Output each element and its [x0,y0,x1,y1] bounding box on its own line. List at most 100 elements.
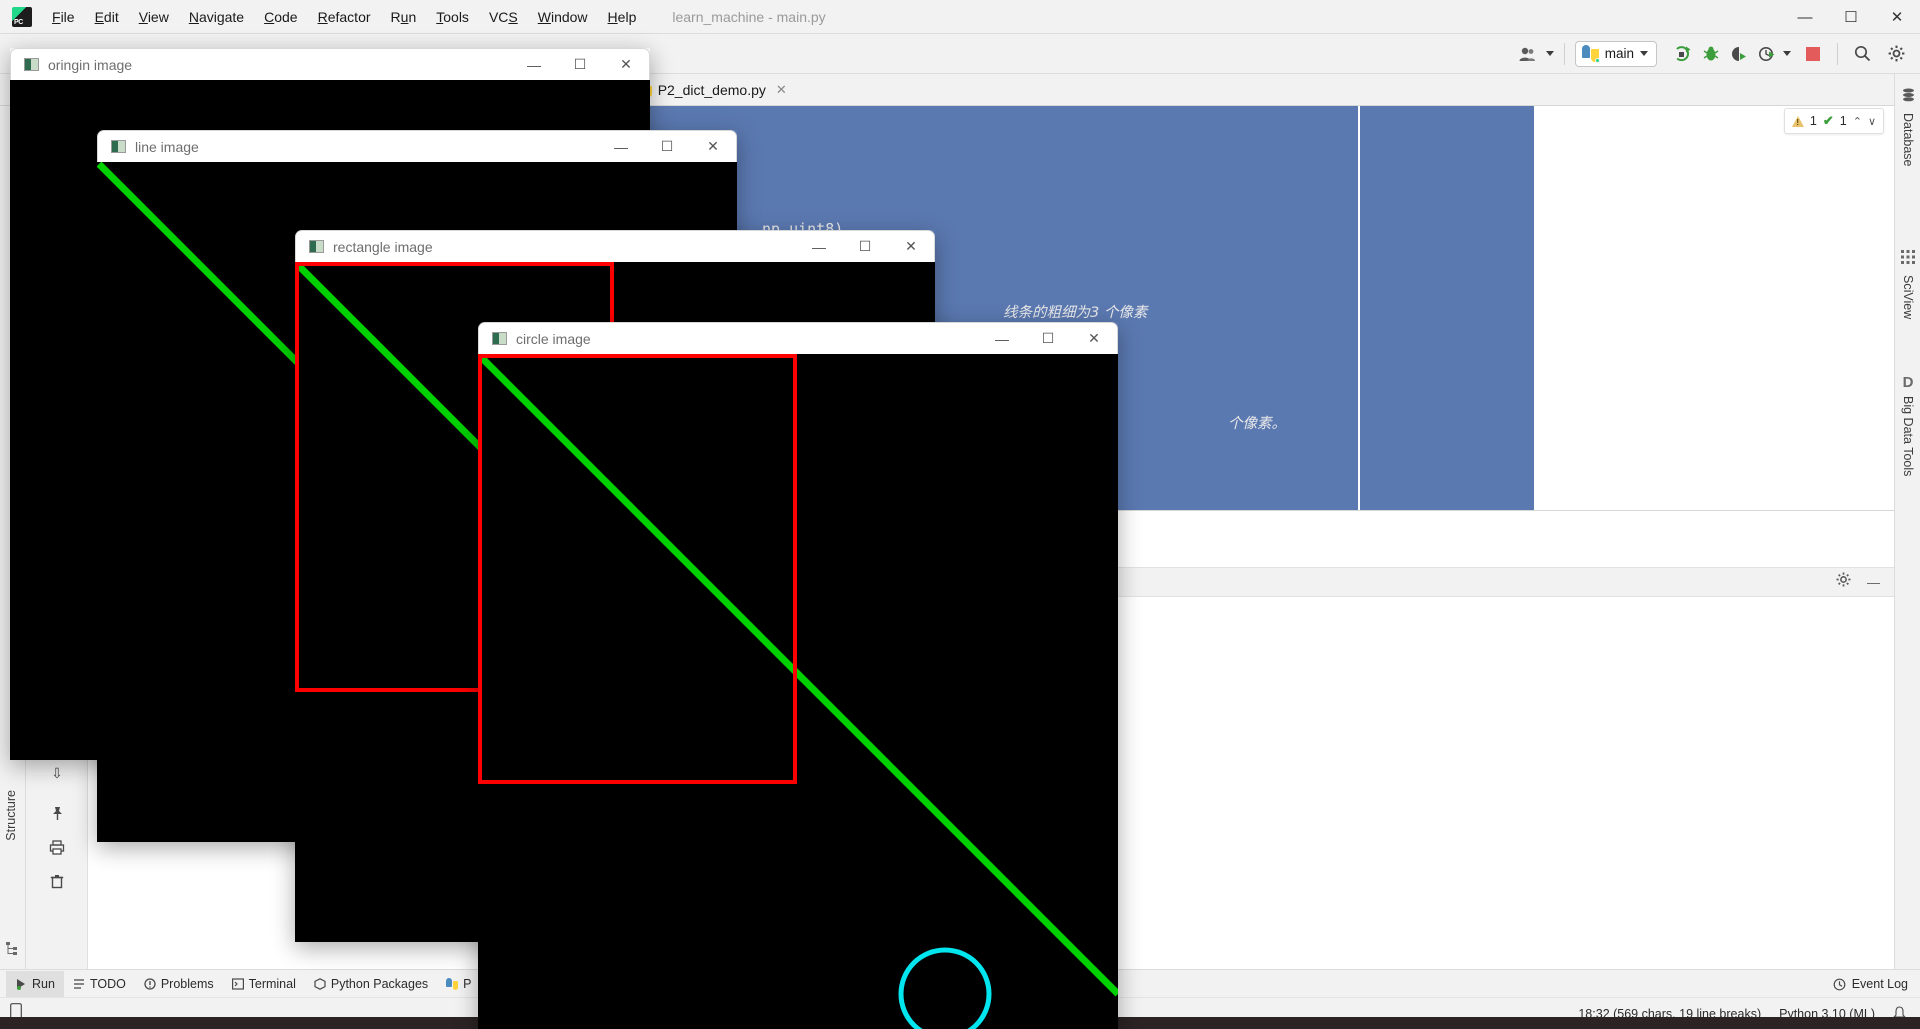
bottom-tab-terminal[interactable]: Terminal [223,971,305,997]
cv-window-title-bar[interactable]: circle image — ☐ ✕ [478,322,1118,354]
gear-icon[interactable] [1836,572,1851,592]
bottom-tab-label: Run [32,976,55,991]
cv-window-title-bar[interactable]: rectangle image — ☐ ✕ [295,230,935,262]
cv-minimize-button[interactable]: — [979,323,1025,355]
right-tool-strip: Database SciView D Big Data Tools [1894,74,1920,969]
problems-icon [144,977,156,990]
circle-drawing [478,354,1118,1029]
opencv-window-icon [111,140,126,153]
todo-icon [73,978,84,989]
opencv-window-icon [492,332,507,345]
scroll-to-end-button[interactable]: ⇩ [40,760,74,786]
event-log-label: Event Log [1851,977,1908,991]
bottom-tab-run[interactable]: Run [6,970,64,997]
run-config-caret-icon[interactable] [1640,51,1648,56]
debug-button[interactable] [1697,40,1725,68]
cv-minimize-button[interactable]: — [796,231,842,263]
search-icon[interactable] [1848,40,1876,68]
toolbar-separator-2 [1837,42,1838,65]
menu-bar: File Edit View Navigate Code Refactor Ru… [0,0,1920,34]
sidebar-label: Database [1901,113,1915,167]
sidebar-label: SciView [1901,275,1915,320]
cv-window-title-bar[interactable]: oringin image — ☐ ✕ [10,48,650,80]
sidebar-item-big-data-tools[interactable]: D Big Data Tools [1895,374,1920,476]
menu-file[interactable]: File [42,5,85,29]
warning-triangle-icon [1791,115,1804,127]
cv-maximize-button[interactable]: ☐ [842,231,888,263]
ide-window: File Edit View Navigate Code Refactor Ru… [0,0,1920,1029]
menu-refactor[interactable]: Refactor [308,5,381,29]
cv-window-title: line image [135,138,199,155]
run-with-coverage-button[interactable] [1725,40,1753,68]
run-configuration-selector[interactable]: main [1574,40,1657,67]
tab-p2-dict-demo[interactable]: P2_dict_demo.py ✕ [627,74,795,105]
inspection-widget[interactable]: 1 ✔ 1 ⌃ ∨ [1783,108,1884,134]
menu-tools[interactable]: Tools [426,5,479,29]
opencv-window-icon [24,58,39,71]
gear-icon[interactable] [1882,40,1910,68]
cv-window-title: rectangle image [333,238,433,255]
menu-view[interactable]: View [129,5,179,29]
menu-code[interactable]: Code [254,5,307,29]
cv-window-buttons: — ☐ ✕ [979,323,1117,355]
menu-edit[interactable]: Edit [85,5,129,29]
window-maximize-button[interactable]: ☐ [1828,0,1874,34]
run-button[interactable] [1669,40,1697,68]
editor-selection-block-right [1360,106,1534,510]
sidebar-item-sciview[interactable]: SciView [1895,250,1920,319]
menu-navigate[interactable]: Navigate [179,5,254,29]
run-arrow-icon [17,978,25,990]
cv-window-circle-image[interactable]: circle image — ☐ ✕ [478,322,1118,1029]
sidebar-item-database[interactable]: Database [1895,88,1920,167]
pin-icon[interactable] [40,800,74,826]
cv-window-buttons: — ☐ ✕ [511,49,649,81]
profile-caret-icon[interactable] [1783,51,1791,56]
menu-run[interactable]: Run [381,5,427,29]
cv-minimize-button[interactable]: — [598,131,644,163]
pycharm-logo-icon [12,6,32,27]
inspection-next-icon[interactable]: ∨ [1868,115,1876,128]
bottom-tab-python-packages[interactable]: Python Packages [305,971,437,997]
cv-window-buttons: — ☐ ✕ [598,131,736,163]
user-menu-caret-icon[interactable] [1545,51,1554,56]
cv-close-button[interactable]: ✕ [603,49,649,81]
inspection-prev-icon[interactable]: ⌃ [1853,115,1862,128]
bottom-tab-problems[interactable]: Problems [135,971,223,997]
cv-close-button[interactable]: ✕ [690,131,736,163]
cv-maximize-button[interactable]: ☐ [557,49,603,81]
cv-close-button[interactable]: ✕ [888,231,934,263]
grid-icon [1901,250,1915,269]
bottom-tab-todo[interactable]: TODO [64,971,135,997]
profile-button[interactable] [1753,40,1781,68]
toolbar-separator-1 [1563,42,1565,65]
cv-maximize-button[interactable]: ☐ [1025,323,1071,355]
stop-button[interactable] [1799,40,1827,68]
hide-tool-window-button[interactable]: — [1867,575,1880,590]
bottom-tab-python-console[interactable]: P [437,971,480,997]
big-data-tools-icon: D [1902,374,1914,391]
cv-maximize-button[interactable]: ☐ [644,131,690,163]
menu-vcs[interactable]: VCS [479,5,528,29]
bottom-tab-label: TODO [89,976,126,991]
window-close-button[interactable]: ✕ [1874,0,1920,34]
cv-minimize-button[interactable]: — [511,49,557,81]
user-avatar-icon[interactable] [1514,40,1542,68]
cv-window-title: oringin image [48,56,133,73]
python-console-icon [446,977,459,990]
menu-help[interactable]: Help [598,5,647,29]
code-comment-line-2: 个像素。 [1228,416,1286,432]
sidebar-label: Big Data Tools [1901,396,1915,477]
bottom-tab-label: Problems [160,976,214,991]
sidebar-item-structure[interactable]: Structure [4,790,18,841]
menu-window[interactable]: Window [528,5,598,29]
tab-close-icon[interactable]: ✕ [776,82,787,98]
window-minimize-button[interactable]: — [1782,0,1828,34]
window-controls: — ☐ ✕ [1782,0,1920,34]
cv-window-title-bar[interactable]: line image — ☐ ✕ [97,130,737,162]
event-log-button[interactable]: Event Log [1833,970,1908,998]
printer-icon[interactable] [40,834,74,860]
window-title: learn_machine - main.py [672,8,826,25]
cv-close-button[interactable]: ✕ [1071,323,1117,355]
trash-icon[interactable] [40,868,74,894]
terminal-icon [231,977,244,990]
